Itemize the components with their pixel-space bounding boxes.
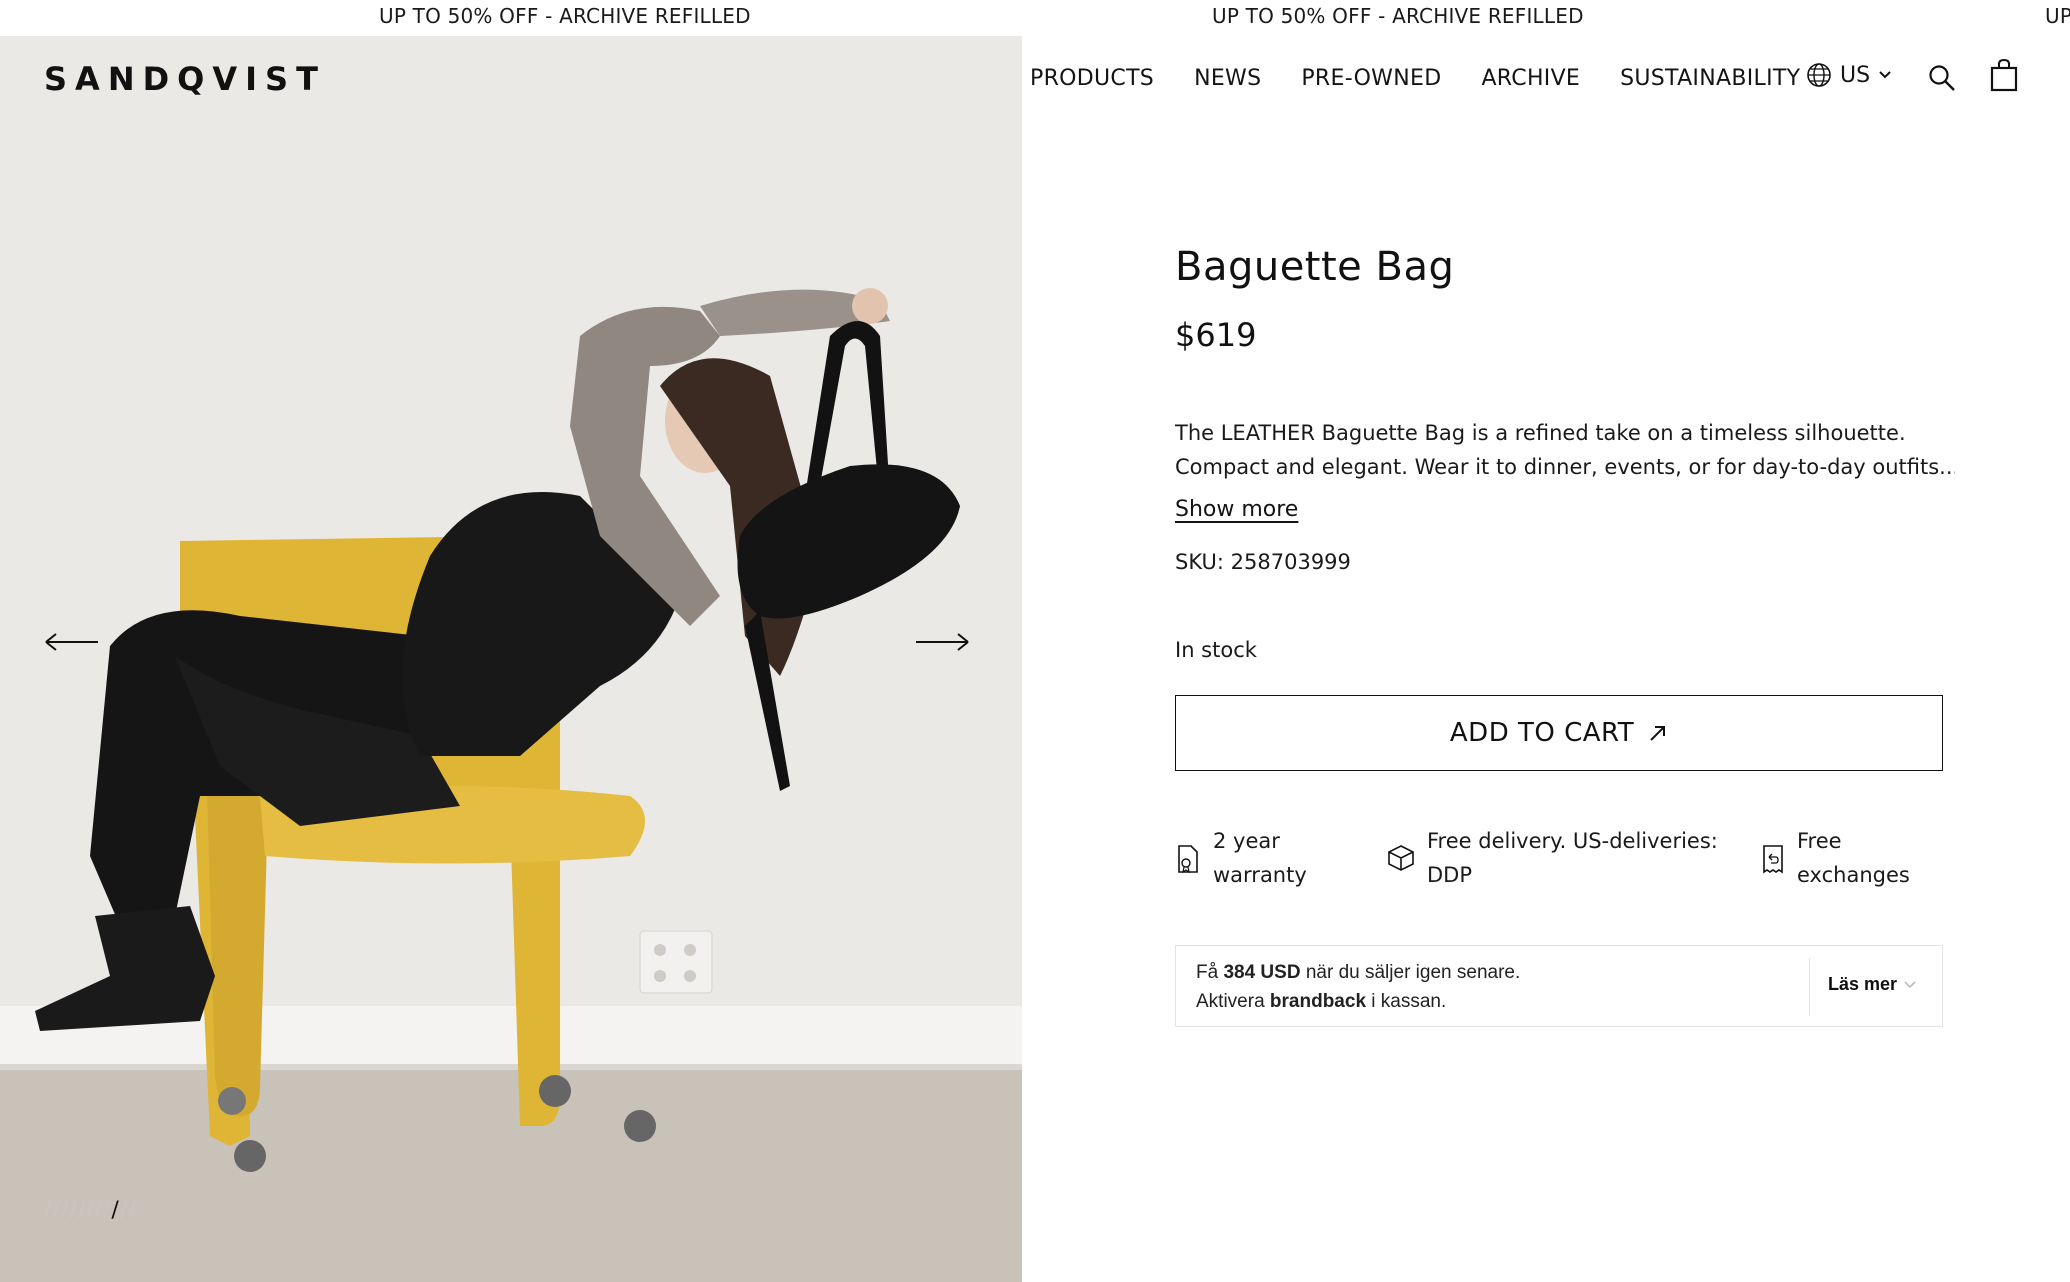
perk-line: warranty (1213, 863, 1307, 887)
nav-pre-owned[interactable]: PRE-OWNED (1301, 66, 1441, 91)
announcement-text: UP (2045, 4, 2070, 28)
slide-dot[interactable]: / (78, 1198, 86, 1223)
locale-selector[interactable]: US (1806, 62, 1892, 88)
product-title: Baguette Bag (1175, 244, 1455, 290)
locale-label: US (1840, 62, 1871, 88)
box-icon (1388, 845, 1414, 871)
brandback-amount: 384 USD (1223, 962, 1301, 983)
slide-dot[interactable]: / (128, 1198, 136, 1223)
globe-icon (1807, 63, 1831, 87)
perk-delivery: Free delivery. US-deliveries: DDP (1387, 824, 1718, 892)
arrow-right-icon[interactable] (914, 630, 970, 654)
arrow-up-right-icon (1650, 726, 1666, 741)
brandback-brand: brandback (1269, 991, 1367, 1012)
slide-dot[interactable]: / (120, 1198, 128, 1223)
perk-warranty: 2 year warranty (1175, 824, 1307, 892)
announcement-text: UP TO 50% OFF - ARCHIVE REFILLED (379, 4, 751, 28)
nav-news[interactable]: NEWS (1194, 66, 1261, 91)
chevron-down-icon (1904, 980, 1916, 988)
product-price: $619 (1175, 316, 1257, 354)
nav-sustainability[interactable]: SUSTAINABILITY (1620, 66, 1800, 91)
product-sku: SKU: 258703999 (1175, 550, 1351, 574)
slide-dot[interactable]: / (69, 1198, 77, 1223)
brandback-suffix: i kassan. (1366, 991, 1447, 1012)
brandback-line: Aktivera brandback i kassan. (1196, 987, 1520, 1016)
perk-line: Free (1797, 829, 1842, 853)
description-line: The LEATHER Baguette Bag is a refined ta… (1175, 421, 1906, 445)
exchange-icon (1763, 845, 1783, 874)
brandback-line: Få 384 USD när du säljer igen senare. (1196, 958, 1520, 987)
perk-text: Free delivery. US-deliveries: DDP (1427, 824, 1718, 892)
perk-line: exchanges (1797, 863, 1910, 887)
site-logo[interactable]: SANDQVIST (44, 60, 326, 98)
perk-exchanges: Free exchanges (1761, 824, 1910, 892)
cart-icon[interactable] (1990, 58, 2018, 92)
main-nav: PRODUCTS NEWS PRE-OWNED ARCHIVE SUSTAINA… (1030, 66, 1840, 91)
description-line: Compact and elegant. Wear it to dinner, … (1175, 455, 1955, 479)
slide-dot[interactable]: / (86, 1198, 94, 1223)
stock-status: In stock (1175, 638, 1257, 662)
brandback-more-label: Läs mer (1828, 974, 1898, 994)
brandback-read-more[interactable]: Läs mer (1828, 974, 1917, 995)
perk-line: 2 year (1213, 829, 1280, 853)
add-to-cart-button[interactable]: ADD TO CART (1175, 695, 1943, 771)
nav-archive[interactable]: ARCHIVE (1481, 66, 1580, 91)
slide-dot[interactable]: / (95, 1198, 103, 1223)
perk-line: Free delivery. US-deliveries: (1427, 829, 1718, 853)
show-more-link[interactable]: Show more (1175, 497, 1298, 522)
perk-text: Free exchanges (1797, 824, 1910, 892)
slide-indicator[interactable]: /////////// (44, 1198, 137, 1223)
product-image (0, 36, 1022, 1282)
brandback-prefix: Aktivera (1196, 991, 1270, 1012)
brandback-divider (1809, 958, 1810, 1016)
nav-products[interactable]: PRODUCTS (1030, 66, 1154, 91)
search-icon[interactable] (1928, 64, 1956, 92)
perk-line: DDP (1427, 863, 1473, 887)
arrow-left-icon[interactable] (44, 630, 100, 654)
slide-dot-active[interactable]: / (111, 1198, 119, 1223)
brandback-prefix: Få (1196, 962, 1224, 983)
warranty-icon (1178, 845, 1198, 874)
perk-text: 2 year warranty (1213, 824, 1307, 892)
product-photo (0, 36, 1022, 1282)
brandback-suffix: när du säljer igen senare. (1300, 962, 1521, 983)
perks-row: 2 year warranty Free delivery. US-delive… (1175, 824, 1955, 894)
announcement-text: UP TO 50% OFF - ARCHIVE REFILLED (1212, 4, 1584, 28)
slide-dot[interactable]: / (52, 1198, 60, 1223)
announcement-bar: UP TO 50% OFF - ARCHIVE REFILLED UP TO 5… (0, 0, 2070, 36)
brandback-text: Få 384 USD när du säljer igen senare. Ak… (1196, 958, 1520, 1016)
product-description: The LEATHER Baguette Bag is a refined ta… (1175, 416, 1955, 484)
add-to-cart-label: ADD TO CART (1449, 718, 1635, 748)
slide-dot[interactable]: / (61, 1198, 69, 1223)
chevron-down-icon (1879, 71, 1891, 79)
brandback-widget: Få 384 USD när du säljer igen senare. Ak… (1175, 945, 1943, 1027)
